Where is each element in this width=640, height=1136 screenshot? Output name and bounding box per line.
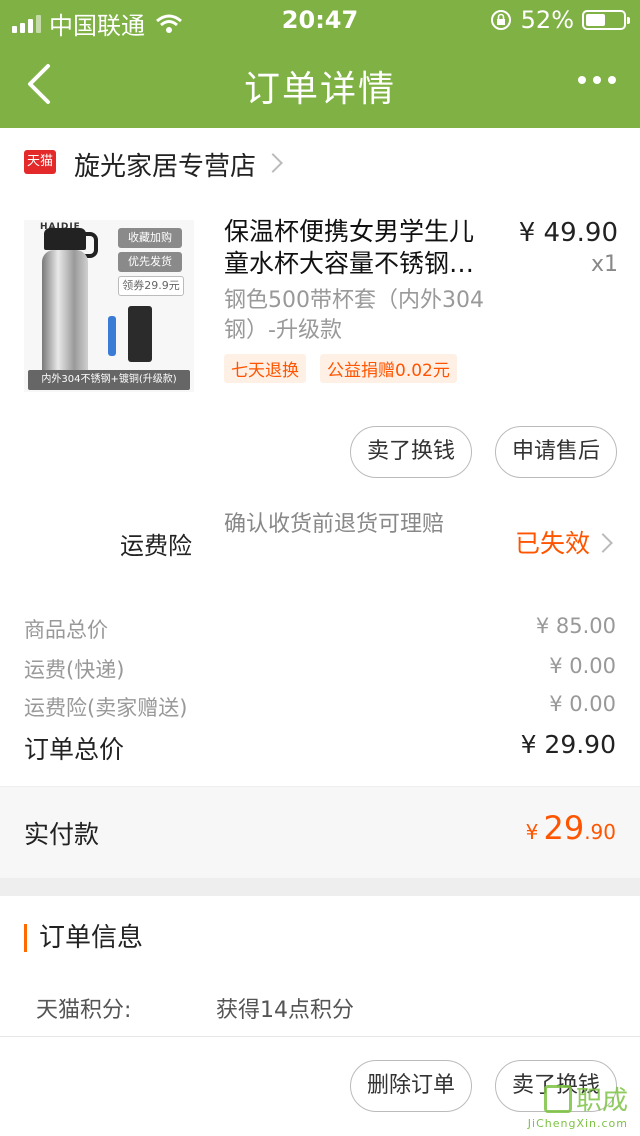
delete-order-button[interactable]: 删除订单 — [350, 1060, 473, 1112]
product-title[interactable]: 保温杯便携女男学生儿 童水杯大容量不锈钢… — [224, 216, 494, 280]
insurance-desc: 确认收货前退货可理赔 — [224, 512, 445, 537]
summary-label: 商品总价 — [24, 618, 108, 642]
bottle-shape — [42, 250, 88, 380]
watermark-logo: 职成 — [543, 1080, 628, 1117]
image-caption: 内外304不锈钢+镀铜(升级款) — [28, 370, 190, 390]
status-bar: 中国联通 20:47 52% — [0, 0, 640, 40]
product-title-line: 保温杯便携女男学生儿 — [224, 217, 475, 246]
paid-label: 实付款 — [24, 820, 100, 849]
battery-percent: 52% — [520, 6, 574, 34]
brush-shape — [108, 316, 116, 356]
shipping-insurance-row[interactable]: 运费险 确认收货前退货可理赔 已失效 — [0, 488, 640, 584]
product-image[interactable]: HAIDIE 收藏加购 优先发货 领券29.9元 内外304不锈钢+镀铜(升级款… — [24, 220, 194, 392]
nav-bar: 订单详情 — [0, 40, 640, 128]
watermark-text: 职成 — [575, 1086, 628, 1116]
points-value: 获得14点积分 — [216, 998, 354, 1023]
section-gap — [0, 878, 640, 896]
summary-value: ¥ 85.00 — [535, 614, 616, 638]
product-quantity: x1 — [590, 252, 618, 277]
store-name: 旋光家居专营店 — [74, 152, 257, 182]
summary-value: ¥ 0.00 — [549, 654, 616, 678]
image-tag: 优先发货 — [118, 252, 182, 272]
chevron-right-icon — [263, 153, 283, 173]
summary-label: 运费险(卖家赠送) — [24, 696, 188, 720]
order-total-label: 订单总价 — [24, 735, 125, 764]
more-dots-icon[interactable] — [578, 76, 616, 84]
chevron-right-icon — [593, 533, 613, 553]
order-info-title: 订单信息 — [24, 924, 143, 952]
insurance-label: 运费险 — [120, 532, 192, 560]
top-bar: 中国联通 20:47 52% 订单详情 — [0, 0, 640, 128]
order-info-section: 订单信息 天猫积分: 获得14点积分 删除订单 卖了换钱 职成 JiChengX… — [0, 896, 640, 1136]
summary-row: 商品总价 ¥ 85.00 — [24, 614, 616, 644]
order-total-row: 订单总价 ¥ 29.90 — [24, 730, 616, 766]
product-price: ¥ 49.90 — [518, 218, 618, 248]
insurance-status: 已失效 — [514, 529, 590, 558]
rotation-lock-icon — [490, 10, 511, 30]
product-title-line: 童水杯大容量不锈钢… — [224, 249, 475, 278]
page-title: 订单详情 — [243, 69, 396, 110]
tmall-logo-icon: 天猫 — [24, 150, 56, 174]
watermark-sub: JiChengXin.com — [527, 1117, 628, 1130]
charity-badge: 公益捐赠0.02元 — [320, 354, 457, 383]
paid-decimal: .90 — [584, 820, 616, 844]
sleeve-shape — [128, 306, 152, 362]
points-label: 天猫积分: — [36, 998, 132, 1023]
service-badges: 七天退换 公益捐赠0.02元 — [224, 354, 457, 383]
watermark-icon — [543, 1084, 572, 1113]
store-header[interactable]: 天猫 旋光家居专营店 — [0, 128, 640, 198]
divider — [0, 1036, 640, 1037]
summary-value: ¥ 0.00 — [549, 692, 616, 716]
after-sale-button[interactable]: 申请售后 — [495, 426, 618, 478]
summary-label: 运费(快递) — [24, 658, 125, 682]
paid-integer: 29 — [543, 809, 585, 847]
product-card: HAIDIE 收藏加购 优先发货 领券29.9元 内外304不锈钢+镀铜(升级款… — [0, 198, 640, 488]
battery-icon — [582, 10, 630, 30]
sell-for-cash-button[interactable]: 卖了换钱 — [350, 426, 473, 478]
image-tag: 收藏加购 — [118, 228, 182, 248]
status-right: 52% — [489, 6, 630, 34]
summary-row: 运费险(卖家赠送) ¥ 0.00 — [24, 692, 616, 722]
watermark: 职成 JiChengXin.com — [528, 1080, 628, 1130]
paid-amount: ¥ 29.90 — [526, 809, 616, 847]
return-badge: 七天退换 — [224, 354, 306, 383]
image-tag: 领券29.9元 — [118, 276, 184, 296]
summary-row: 运费(快递) ¥ 0.00 — [24, 654, 616, 684]
paid-currency: ¥ — [525, 820, 539, 844]
bottle-cap-shape — [44, 228, 86, 250]
paid-amount-row: 实付款 ¥ 29.90 — [0, 786, 640, 879]
product-sku: 钢色500带杯套（内外304钢）-升级款 — [224, 288, 484, 343]
order-total-value: ¥ 29.90 — [520, 730, 616, 759]
price-summary: 商品总价 ¥ 85.00 运费(快递) ¥ 0.00 运费险(卖家赠送) ¥ 0… — [0, 598, 640, 786]
